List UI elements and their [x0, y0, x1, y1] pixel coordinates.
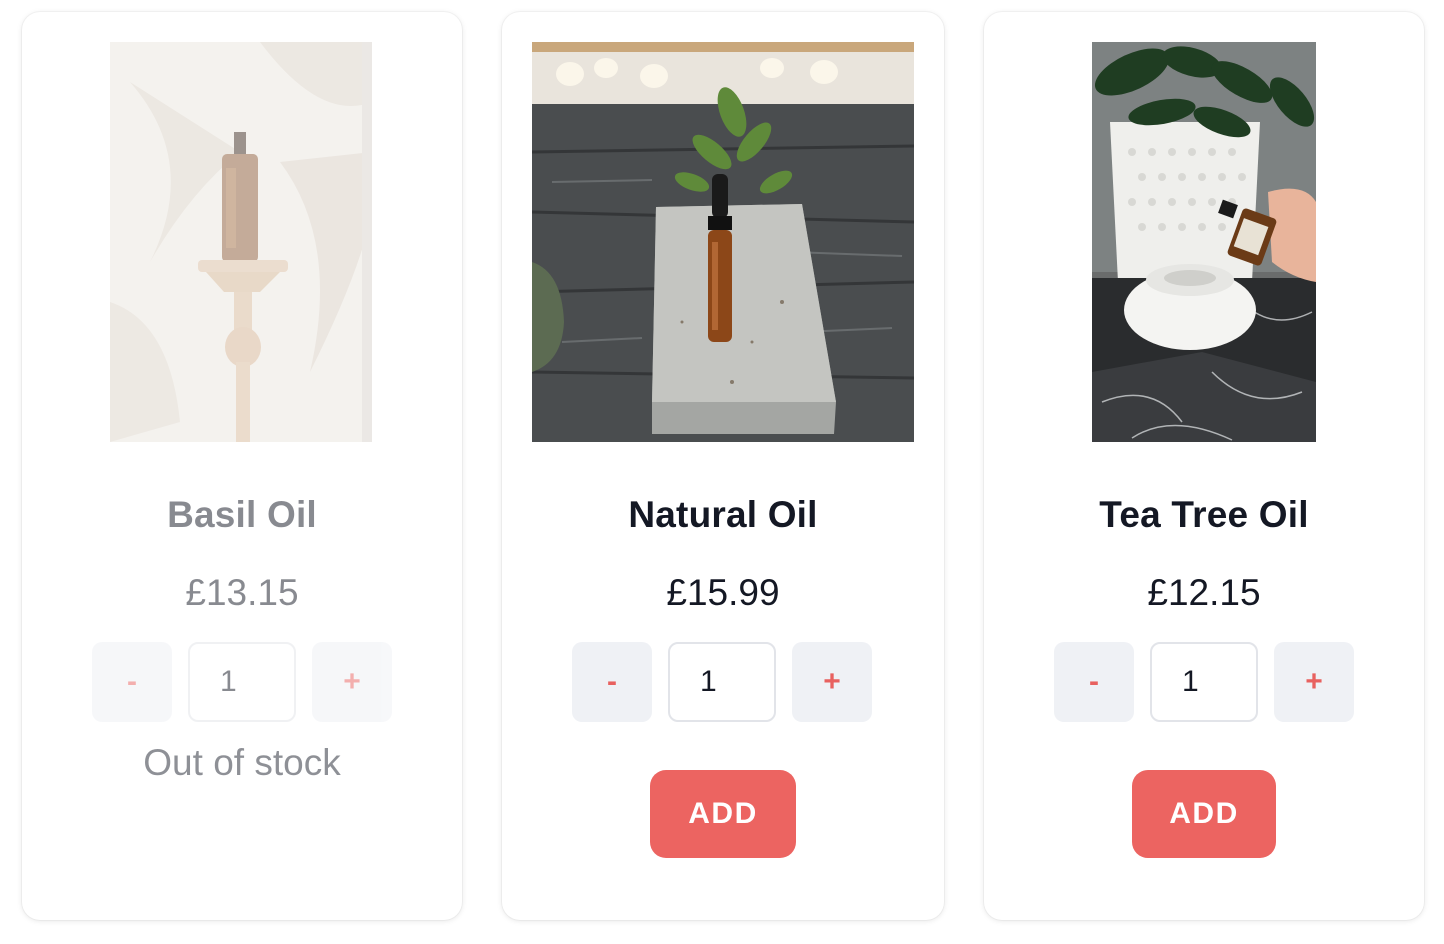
product-name: Tea Tree Oil: [1099, 494, 1309, 535]
quantity-stepper: - 1 +: [22, 642, 462, 722]
quantity-input[interactable]: 1: [188, 642, 296, 722]
product-card-natural-oil: Natural Oil £15.99 - 1 + ADD: [502, 12, 944, 920]
product-name: Basil Oil: [167, 494, 317, 535]
product-name: Natural Oil: [628, 494, 818, 535]
add-to-cart-button[interactable]: ADD: [1132, 770, 1276, 858]
out-of-stock-label: Out of stock: [143, 742, 341, 783]
product-card-basil-oil: Basil Oil £13.15 - 1 + Out of stock: [22, 12, 462, 920]
quantity-stepper: - 1 +: [502, 642, 944, 722]
quantity-input[interactable]: 1: [668, 642, 776, 722]
increment-button[interactable]: +: [312, 642, 392, 722]
increment-button[interactable]: +: [1274, 642, 1354, 722]
increment-button[interactable]: +: [792, 642, 872, 722]
decrement-button[interactable]: -: [1054, 642, 1134, 722]
quantity-stepper: - 1 +: [984, 642, 1424, 722]
quantity-input[interactable]: 1: [1150, 642, 1258, 722]
product-grid: Basil Oil £13.15 - 1 + Out of stock Natu…: [0, 0, 1444, 944]
product-image: [1092, 42, 1316, 442]
product-image: [532, 42, 914, 442]
decrement-button[interactable]: -: [572, 642, 652, 722]
product-price: £12.15: [1147, 572, 1261, 613]
product-price: £15.99: [666, 572, 780, 613]
add-to-cart-button[interactable]: ADD: [650, 770, 796, 858]
product-price: £13.15: [185, 572, 299, 613]
product-card-tea-tree-oil: Tea Tree Oil £12.15 - 1 + ADD: [984, 12, 1424, 920]
product-image: [110, 42, 372, 442]
decrement-button[interactable]: -: [92, 642, 172, 722]
